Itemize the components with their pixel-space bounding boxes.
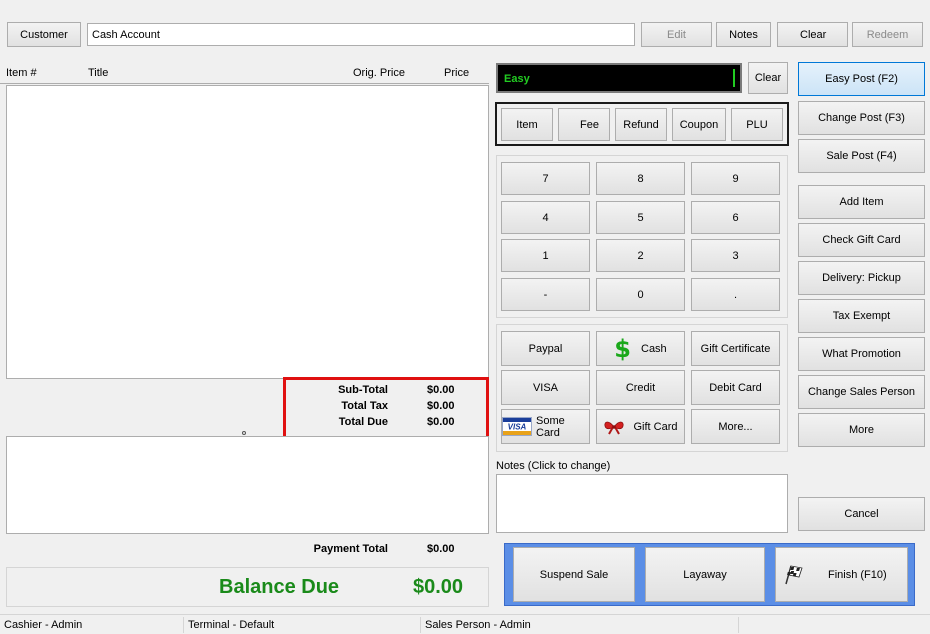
- status-cashier: Cashier - Admin: [4, 619, 83, 631]
- more-side-button[interactable]: More: [798, 413, 925, 447]
- notes-button[interactable]: Notes: [716, 22, 771, 47]
- what-promotion-button[interactable]: What Promotion: [798, 337, 925, 371]
- check-gift-card-button[interactable]: Check Gift Card: [798, 223, 925, 257]
- column-title[interactable]: Title: [88, 67, 108, 79]
- sale-post-button[interactable]: Sale Post (F4): [798, 139, 925, 173]
- balance-due-label: Balance Due: [219, 576, 340, 598]
- entry-clear-button[interactable]: Clear: [748, 62, 788, 94]
- key-3[interactable]: 3: [691, 239, 780, 272]
- gift-card-label: Gift Card: [633, 420, 678, 433]
- more-payments-button[interactable]: More...: [691, 409, 780, 444]
- key-8[interactable]: 8: [596, 162, 685, 195]
- status-sales-person: Sales Person - Admin: [425, 619, 531, 631]
- credit-button[interactable]: Credit: [596, 370, 685, 405]
- layaway-button[interactable]: Layaway: [645, 547, 765, 602]
- some-card-button[interactable]: VISA Some Card: [501, 409, 590, 444]
- mode-plu-button[interactable]: PLU: [731, 108, 783, 141]
- notes-label: Notes (Click to change): [496, 460, 611, 472]
- clear-customer-button[interactable]: Clear: [777, 22, 848, 47]
- tax-exempt-button[interactable]: Tax Exempt: [798, 299, 925, 333]
- subtotal-label: Sub-Total: [338, 384, 388, 396]
- cash-label: Cash: [641, 342, 667, 355]
- change-post-button[interactable]: Change Post (F3): [798, 101, 925, 135]
- key-dot[interactable]: .: [691, 278, 780, 311]
- total-due-label: Total Due: [338, 416, 388, 428]
- balance-due-value: $0.00: [413, 576, 464, 598]
- finish-label: Finish (F10): [828, 568, 887, 581]
- key-9[interactable]: 9: [691, 162, 780, 195]
- status-terminal: Terminal - Default: [188, 619, 275, 631]
- key-4[interactable]: 4: [501, 201, 590, 234]
- dollar-icon: $: [614, 334, 631, 363]
- some-card-label: Some Card: [536, 414, 565, 439]
- debit-card-button[interactable]: Debit Card: [691, 370, 780, 405]
- status-bar: Cashier - Admin Terminal - Default Sales…: [0, 614, 930, 634]
- balance-panel: Balance Due $0.00: [6, 567, 489, 607]
- easy-post-button[interactable]: Easy Post (F2): [798, 62, 925, 96]
- gift-ribbon-icon: [603, 419, 625, 435]
- customer-account-field[interactable]: Cash Account: [87, 23, 635, 46]
- entry-field[interactable]: Easy: [496, 63, 742, 93]
- visa-button[interactable]: VISA: [501, 370, 590, 405]
- items-table-header: Item # Title Orig. Price Price: [0, 62, 489, 84]
- payment-total-value: $0.00: [427, 543, 455, 555]
- key-0[interactable]: 0: [596, 278, 685, 311]
- edit-button[interactable]: Edit: [641, 22, 712, 47]
- status-divider: [420, 617, 421, 633]
- splitter-handle[interactable]: [242, 431, 246, 435]
- visa-card-icon: VISA: [502, 417, 532, 436]
- key-5[interactable]: 5: [596, 201, 685, 234]
- suspend-sale-button[interactable]: Suspend Sale: [513, 547, 635, 602]
- payment-total-label: Payment Total: [313, 543, 388, 555]
- subtotal-value: $0.00: [427, 384, 455, 396]
- redeem-button[interactable]: Redeem: [852, 22, 923, 47]
- payments-list[interactable]: [6, 436, 489, 534]
- key-minus[interactable]: -: [501, 278, 590, 311]
- entry-cursor: [733, 69, 735, 87]
- key-6[interactable]: 6: [691, 201, 780, 234]
- status-divider: [183, 617, 184, 633]
- mode-refund-button[interactable]: Refund: [615, 108, 667, 141]
- key-1[interactable]: 1: [501, 239, 590, 272]
- status-divider: [738, 617, 739, 633]
- customer-button[interactable]: Customer: [7, 22, 81, 47]
- gift-card-button[interactable]: Gift Card: [596, 409, 685, 444]
- entry-value: Easy: [504, 73, 530, 85]
- total-tax-label: Total Tax: [341, 400, 388, 412]
- gift-certificate-button[interactable]: Gift Certificate: [691, 331, 780, 366]
- column-orig-price[interactable]: Orig. Price: [353, 67, 405, 79]
- delivery-pickup-button[interactable]: Delivery: Pickup: [798, 261, 925, 295]
- cash-button[interactable]: $ Cash: [596, 331, 685, 366]
- customer-account-value: Cash Account: [92, 29, 160, 41]
- key-7[interactable]: 7: [501, 162, 590, 195]
- column-price[interactable]: Price: [444, 67, 469, 79]
- key-2[interactable]: 2: [596, 239, 685, 272]
- finish-button[interactable]: Finish (F10): [775, 547, 908, 602]
- column-item-number[interactable]: Item #: [6, 67, 37, 79]
- total-due-value: $0.00: [427, 416, 455, 428]
- total-tax-value: $0.00: [427, 400, 455, 412]
- items-list[interactable]: [6, 85, 489, 379]
- mode-coupon-button[interactable]: Coupon: [672, 108, 726, 141]
- change-sales-person-button[interactable]: Change Sales Person: [798, 375, 925, 409]
- notes-field[interactable]: [496, 474, 788, 533]
- cancel-button[interactable]: Cancel: [798, 497, 925, 531]
- svg-text:VISA: VISA: [508, 423, 527, 432]
- paypal-button[interactable]: Paypal: [501, 331, 590, 366]
- checkered-flag-icon: [782, 564, 804, 586]
- add-item-button[interactable]: Add Item: [798, 185, 925, 219]
- mode-item-button[interactable]: Item: [501, 108, 553, 141]
- mode-fee-button[interactable]: Fee: [558, 108, 610, 141]
